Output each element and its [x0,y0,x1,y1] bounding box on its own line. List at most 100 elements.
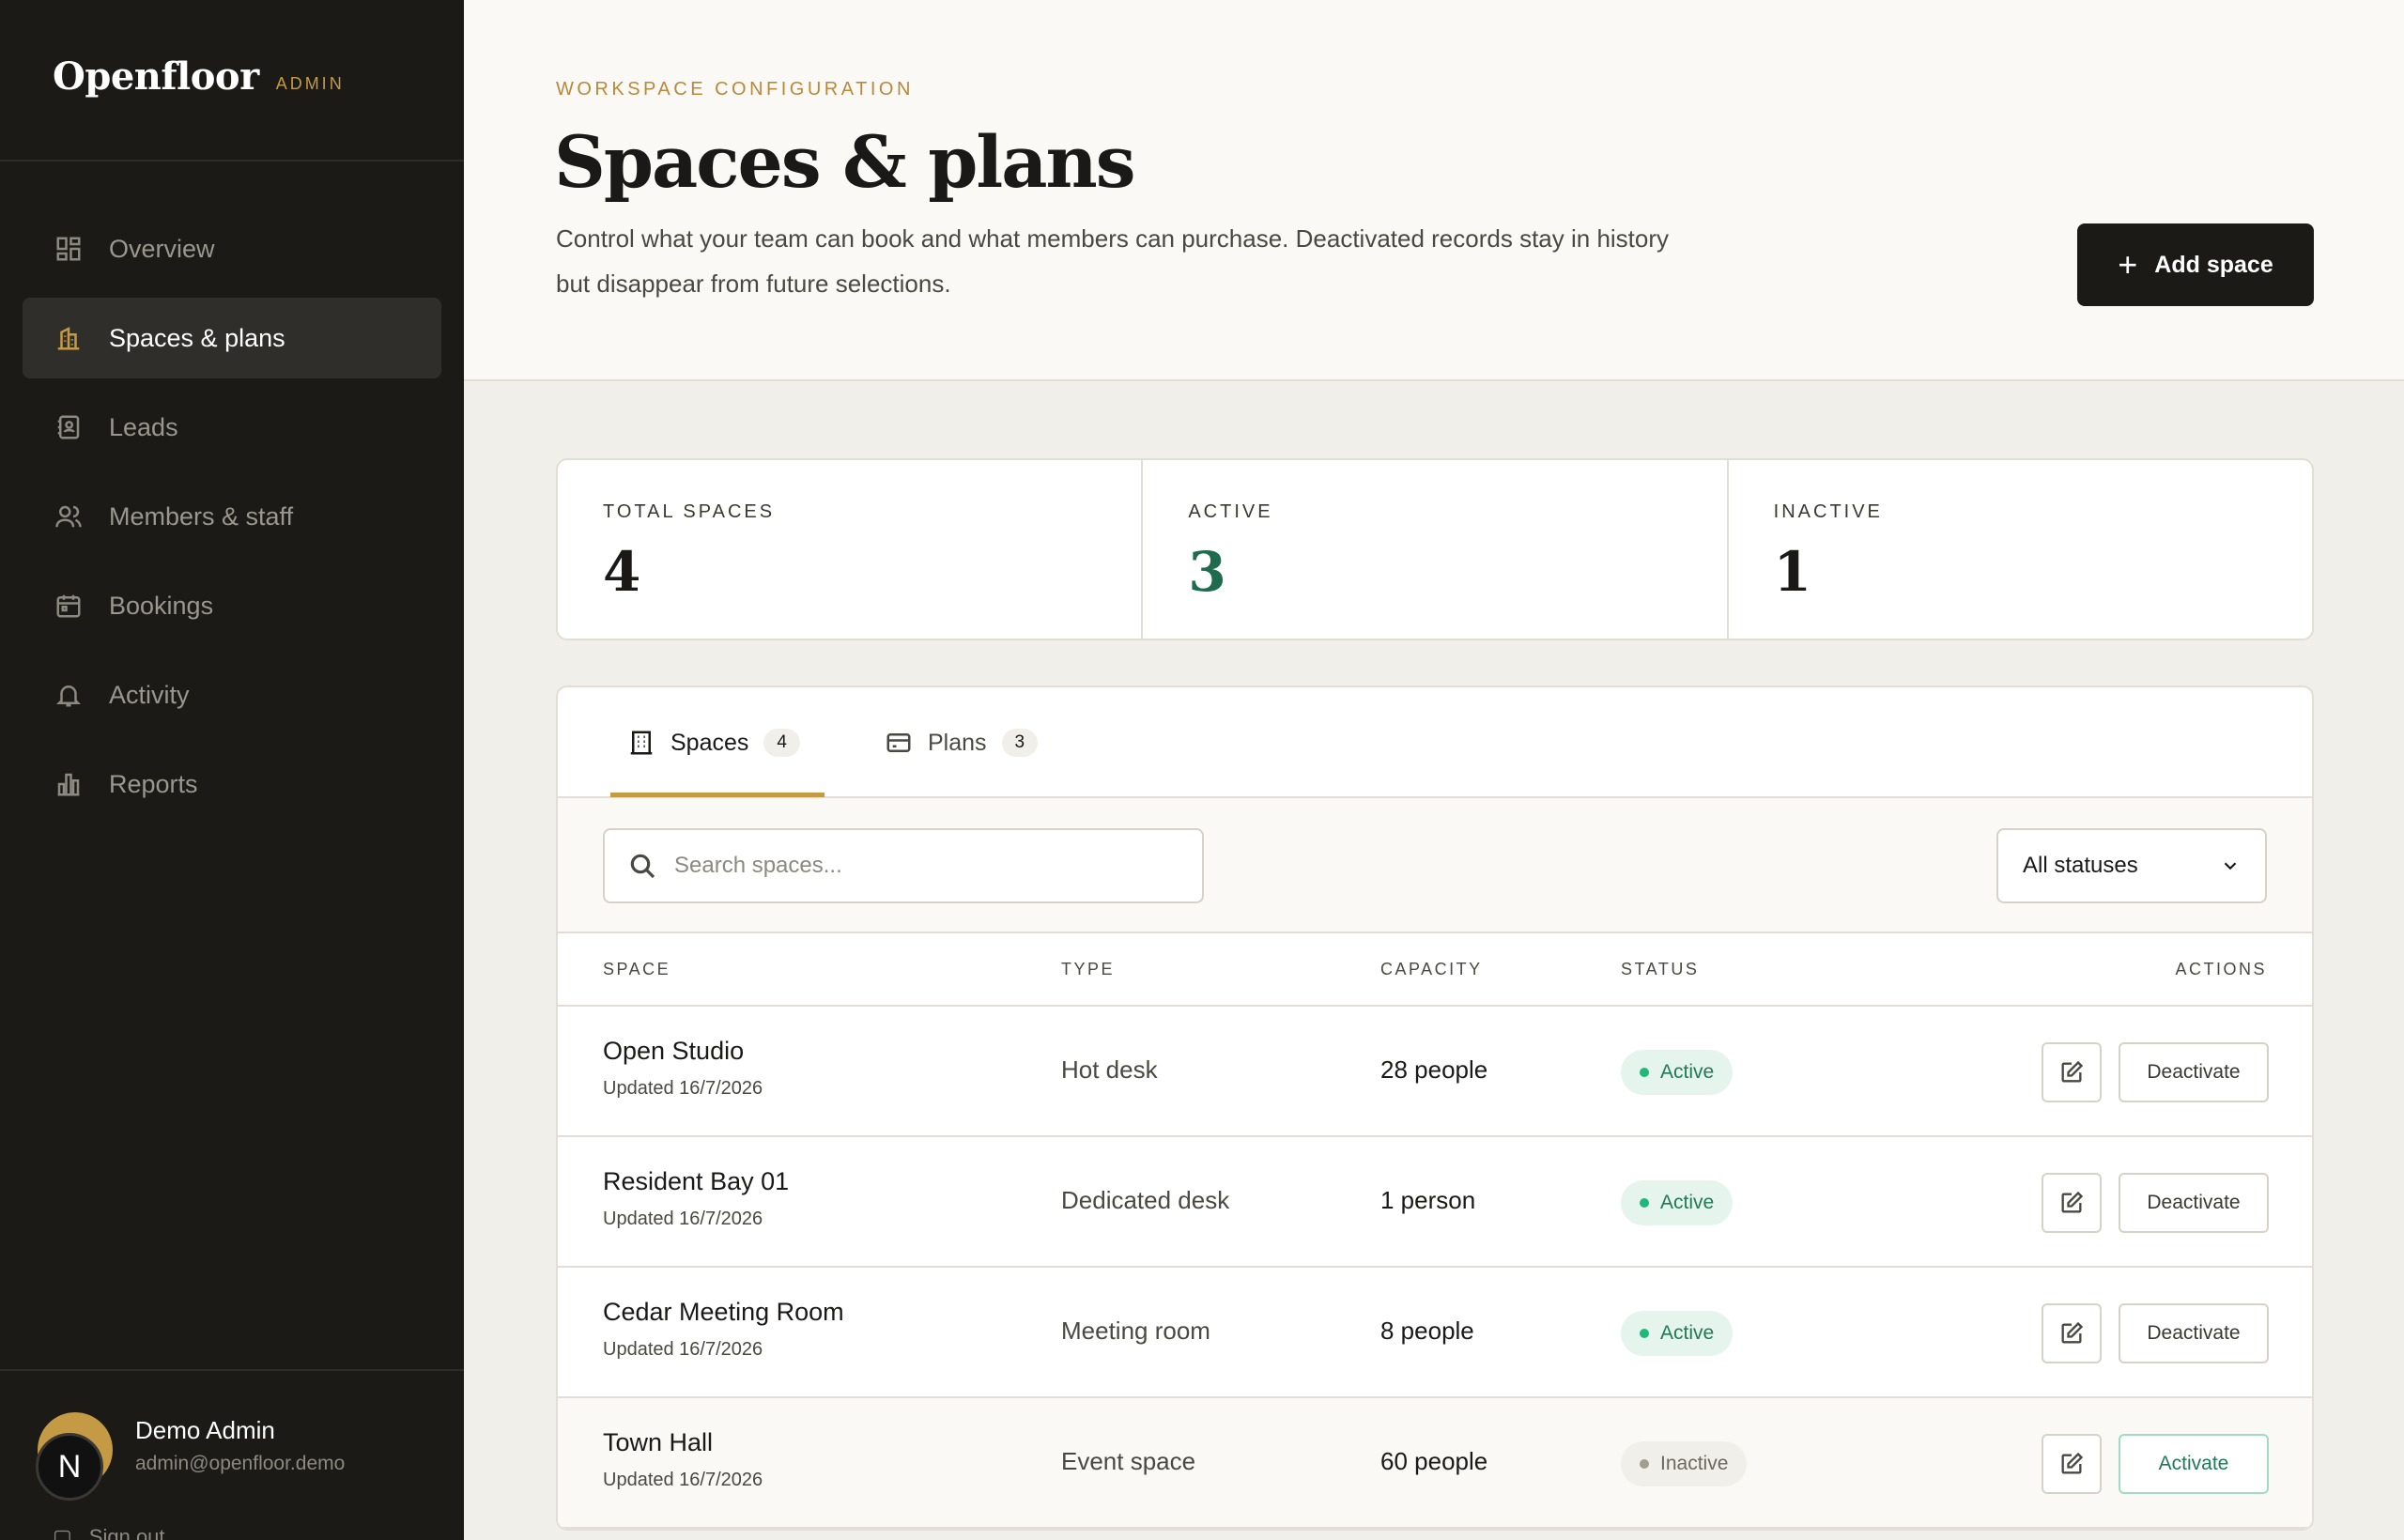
user-profile[interactable]: N Demo Admin admin@openfloor.demo [36,1412,346,1501]
sidebar-item-label: Members & staff [109,501,294,531]
status-badge: Active [1621,1050,1734,1095]
space-type: Hot desk [1061,1055,1158,1084]
status-filter-value: All statuses [2023,853,2138,878]
credit-card-icon [886,733,911,752]
page-eyebrow: WORKSPACE CONFIGURATION [556,79,914,100]
deactivate-button[interactable]: Deactivate [2119,1042,2269,1102]
status-label: Active [1660,1322,1715,1344]
space-updated: Updated 16/7/2026 [603,1209,763,1229]
space-updated: Updated 16/7/2026 [603,1470,763,1490]
column-header-type[interactable]: TYPE [1061,960,1115,979]
deactivate-button[interactable]: Deactivate [2119,1303,2269,1363]
stat-inactive: INACTIVE 1 [1729,460,2312,639]
brand-name: Openfloor [53,54,259,99]
building-icon [630,731,653,755]
search-icon [630,854,655,879]
chevron-down-icon [2224,862,2237,870]
table-row[interactable]: Cedar Meeting Room Updated 16/7/2026 Mee… [558,1268,2312,1398]
space-type: Dedicated desk [1061,1186,1230,1214]
column-header-actions: ACTIONS [2175,960,2267,978]
users-icon [54,502,83,531]
stat-label: ACTIVE [1188,501,1273,522]
sidebar-item-label: Spaces & plans [109,323,285,352]
tab-bar: Spaces 4 Plans 3 [558,687,2312,798]
tab-count-badge: 3 [1001,729,1039,757]
column-header-status[interactable]: STATUS [1621,960,1699,979]
signout-label: Sign out [88,1525,165,1540]
add-space-button[interactable]: + Add space [2077,223,2314,306]
table-row[interactable]: Open Studio Updated 16/7/2026 Hot desk 2… [558,1007,2312,1137]
stat-value: 1 [1773,540,1812,604]
stat-value: 4 [603,540,641,604]
bar-chart-icon [54,770,83,798]
edit-button[interactable] [2042,1042,2102,1102]
tab-plans[interactable]: Plans 3 [885,687,1039,798]
tab-label: Spaces [670,729,749,756]
space-name: Town Hall [603,1428,714,1456]
building-icon [54,324,83,352]
column-header-capacity[interactable]: CAPACITY [1380,960,1483,979]
signout-button[interactable]: ▢ Sign out [53,1525,165,1540]
status-badge: Active [1621,1180,1734,1225]
stat-active: ACTIVE 3 [1143,460,1729,639]
sidebar-item-label: Activity [109,680,190,709]
active-tab-indicator [610,793,824,797]
edit-icon [2061,1060,2084,1083]
sidebar-item-members-staff[interactable]: Members & staff [23,476,441,557]
stat-value: 3 [1188,540,1226,604]
tab-spaces[interactable]: Spaces 4 [627,687,800,798]
user-name: Demo Admin [135,1416,275,1444]
space-capacity: 28 people [1380,1055,1488,1084]
edit-button[interactable] [2042,1173,2102,1233]
sidebar-item-label: Overview [109,234,215,263]
space-name: Resident Bay 01 [603,1167,790,1195]
sidebar-item-label: Reports [109,769,198,798]
user-email: admin@openfloor.demo [135,1453,346,1474]
brand-tag: ADMIN [275,74,345,93]
status-dot [1640,1329,1649,1338]
status-filter-select[interactable]: All statuses [1996,828,2267,903]
spaces-card: Spaces 4 Plans 3 All statuses SPACE TYPE… [556,685,2314,1531]
space-updated: Updated 16/7/2026 [603,1078,763,1099]
activate-button[interactable]: Activate [2119,1434,2269,1494]
stat-total-spaces: TOTAL SPACES 4 [558,460,1144,639]
avatar-initial: N [36,1433,103,1501]
table-row[interactable]: Resident Bay 01 Updated 16/7/2026 Dedica… [558,1137,2312,1268]
column-header-space[interactable]: SPACE [603,960,670,979]
edit-icon [2061,1452,2084,1474]
brand[interactable]: Openfloor ADMIN [53,54,345,99]
status-label: Inactive [1660,1453,1729,1474]
space-name: Open Studio [603,1037,745,1065]
sidebar-divider [0,1369,464,1371]
sidebar-item-bookings[interactable]: Bookings [23,565,441,646]
edit-icon [2061,1321,2084,1344]
sidebar-item-overview[interactable]: Overview [23,208,441,289]
bell-icon [54,681,83,709]
search-box[interactable] [603,828,1204,903]
page-header: WORKSPACE CONFIGURATION Spaces & plans C… [464,0,2404,381]
space-type: Event space [1061,1447,1196,1475]
sidebar-item-leads[interactable]: Leads [23,387,441,468]
edit-button[interactable] [2042,1303,2102,1363]
sidebar: Openfloor ADMIN Overview Spaces & plans … [0,0,464,1540]
table-row[interactable]: Town Hall Updated 16/7/2026 Event space … [558,1398,2312,1529]
deactivate-button[interactable]: Deactivate [2119,1173,2269,1233]
plus-icon: + [2118,245,2138,284]
sidebar-item-reports[interactable]: Reports [23,744,441,824]
contact-card-icon [54,413,83,441]
page-description: Control what your team can book and what… [556,224,1670,298]
calendar-icon [54,592,83,620]
stat-label: TOTAL SPACES [603,501,776,522]
sidebar-item-spaces-plans[interactable]: Spaces & plans [23,298,441,378]
sidebar-item-activity[interactable]: Activity [23,654,441,735]
space-type: Meeting room [1061,1317,1210,1345]
edit-button[interactable] [2042,1434,2102,1494]
space-capacity: 60 people [1380,1447,1488,1475]
tab-count-badge: 4 [763,729,800,757]
space-name: Cedar Meeting Room [603,1298,844,1326]
status-badge: Inactive [1621,1441,1748,1486]
grid-icon [54,235,83,263]
search-input[interactable] [674,853,1163,879]
tab-label: Plans [928,729,987,756]
status-dot [1640,1068,1649,1077]
